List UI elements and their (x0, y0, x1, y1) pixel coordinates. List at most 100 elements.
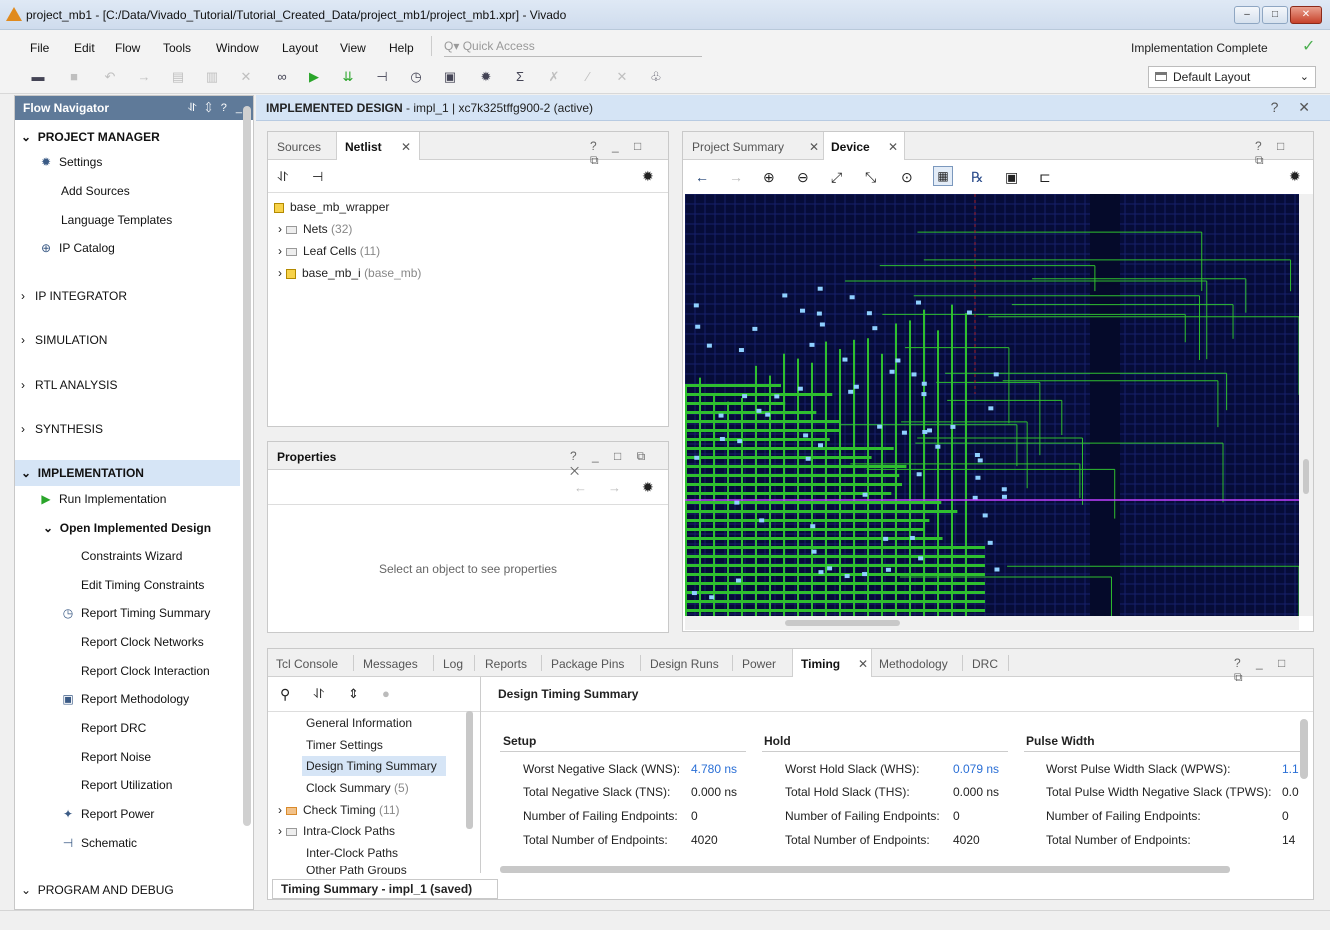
delete-icon[interactable]: ✕ (236, 68, 256, 86)
properties-tools[interactable]: ? _ □ ⧉ ✕ (570, 449, 668, 479)
sigma-icon[interactable]: Σ (510, 68, 530, 86)
device-h-scrollbar[interactable] (685, 616, 1299, 630)
timing-tree-intra-clock-paths[interactable]: › Intra-Clock Paths (278, 824, 395, 838)
summary-v-scrollbar[interactable] (1300, 719, 1308, 779)
redo-icon[interactable]: → (134, 68, 154, 86)
tab-netlist[interactable]: Netlist (345, 140, 382, 154)
zoom-fit-icon[interactable]: ⤢ (831, 169, 842, 186)
close-button[interactable]: ✕ (1290, 6, 1322, 24)
wpws-value[interactable]: 1.1 (1282, 762, 1299, 776)
tab-design-runs[interactable]: Design Runs (650, 657, 719, 671)
nav-run-implementation[interactable]: ▶ Run Implementation (39, 492, 166, 506)
collapse-all-icon[interactable]: ⥯ (314, 686, 324, 702)
flow-navigator-tools[interactable]: ⥯ ⇕ ? _ (188, 96, 245, 120)
menu-edit[interactable]: Edit (74, 41, 95, 55)
pencil-icon[interactable]: ⁄ (578, 68, 598, 86)
zoom-selection-icon[interactable]: ⤡ (865, 169, 876, 186)
scroll-thumb[interactable] (1303, 459, 1309, 494)
menu-view[interactable]: View (340, 41, 366, 55)
nav-constraints-wizard[interactable]: Constraints Wizard (81, 549, 182, 563)
forward-icon[interactable]: → (729, 169, 743, 185)
timing-tree-other-path-groups[interactable]: Other Path Groups (306, 866, 407, 874)
timing-tree-inter-clock-paths[interactable]: Inter-Clock Paths (306, 846, 398, 860)
timer-icon[interactable]: ◷ (406, 68, 426, 86)
timing-tree-design-timing-summary[interactable]: Design Timing Summary (306, 759, 437, 773)
minimize-button[interactable]: – (1234, 6, 1260, 24)
nav-settings[interactable]: ✹ Settings (39, 155, 102, 169)
binoculars-icon[interactable]: ∞ (272, 68, 292, 86)
settings-gear-icon[interactable]: ✹ (476, 68, 496, 86)
nav-ip-integrator[interactable]: › IP INTEGRATOR (21, 289, 127, 303)
timing-tree-clock-summary[interactable]: Clock Summary (5) (306, 781, 409, 795)
nav-program-and-debug[interactable]: ⌄ PROGRAM AND DEBUG (21, 883, 174, 897)
timing-tree-timer-settings[interactable]: Timer Settings (306, 738, 383, 752)
nav-report-power[interactable]: ✦ Report Power (61, 807, 154, 821)
sources-panel-tools[interactable]: ? _ □ ⧉ (590, 139, 668, 168)
summary-h-scrollbar[interactable] (500, 866, 1230, 873)
nav-report-noise[interactable]: Report Noise (81, 750, 151, 764)
nav-report-clock-interaction[interactable]: Report Clock Interaction (81, 664, 210, 678)
timing-tree-check-timing[interactable]: › Check Timing (11) (278, 803, 400, 817)
open-folder-icon[interactable]: ▬ (28, 68, 48, 86)
tab-sources[interactable]: Sources (277, 140, 321, 154)
nav-implementation[interactable]: ⌄ IMPLEMENTATION (21, 466, 144, 480)
routing-toggle-icon[interactable]: ▦ (933, 166, 953, 186)
tab-package-pins[interactable]: Package Pins (551, 657, 624, 671)
back-icon[interactable]: ← (695, 169, 709, 185)
tree-nets[interactable]: › Nets (32) (278, 222, 352, 236)
schematic-icon[interactable]: ⊣ (372, 68, 392, 86)
device-panel-tools[interactable]: ? □ ⧉ (1255, 139, 1313, 168)
tab-log[interactable]: Log (443, 657, 463, 671)
menu-help[interactable]: Help (389, 41, 414, 55)
gear-icon[interactable]: ✹ (642, 479, 654, 496)
schematic-icon[interactable]: ⊣ (312, 169, 323, 185)
nav-simulation[interactable]: › SIMULATION (21, 333, 107, 347)
tab-reports[interactable]: Reports (485, 657, 527, 671)
tree-leaf-cells[interactable]: › Leaf Cells (11) (278, 244, 380, 258)
draw-pblock-icon[interactable]: ⊏ (1039, 169, 1051, 186)
nav-add-sources[interactable]: Add Sources (61, 184, 130, 198)
nav-ip-catalog[interactable]: ⊕ IP Catalog (39, 241, 115, 255)
nav-report-methodology[interactable]: ▣ Report Methodology (61, 692, 189, 706)
tree-base-mb-i[interactable]: › base_mb_i (base_mb) (278, 266, 421, 280)
menu-file[interactable]: File (30, 41, 49, 55)
nav-open-implemented-design[interactable]: ⌄ Open Implemented Design (43, 521, 211, 535)
nav-language-templates[interactable]: Language Templates (61, 213, 172, 227)
tab-device[interactable]: Device (831, 140, 870, 154)
nav-synthesis[interactable]: › SYNTHESIS (21, 422, 103, 436)
close-icon[interactable]: ✕ (858, 657, 868, 671)
scroll-thumb[interactable] (785, 620, 900, 626)
search-icon[interactable]: ⚲ (280, 686, 290, 703)
tab-power[interactable]: Power (742, 657, 776, 671)
report-icon[interactable]: ▣ (440, 68, 460, 86)
forward-icon[interactable]: → (608, 480, 621, 495)
nav-schematic[interactable]: ⊣ Schematic (61, 836, 137, 850)
tree-scrollbar[interactable] (466, 711, 473, 829)
save-icon[interactable]: ■ (64, 68, 84, 86)
route-icon[interactable]: ℞ (971, 169, 984, 186)
zoom-out-icon[interactable]: ⊖ (797, 169, 809, 186)
menu-tools[interactable]: Tools (163, 41, 191, 55)
close-icon[interactable]: ✕ (401, 140, 411, 154)
nav-project-manager[interactable]: ⌄ PROJECT MANAGER (21, 130, 160, 144)
tab-tcl-console[interactable]: Tcl Console (276, 657, 338, 671)
device-view[interactable] (685, 194, 1299, 616)
tab-project-summary[interactable]: Project Summary (692, 140, 784, 154)
nav-report-drc[interactable]: Report DRC (81, 721, 146, 735)
paste-icon[interactable]: ▥ (202, 68, 222, 86)
program-device-icon[interactable]: ⇊ (338, 68, 358, 86)
copy-icon[interactable]: ▤ (168, 68, 188, 86)
quick-access-input[interactable]: Q▾ Quick Access (444, 39, 702, 57)
layout-select[interactable]: Default Layout ⌄ (1148, 66, 1316, 88)
undo-icon[interactable]: ↶ (100, 68, 120, 86)
whs-value[interactable]: 0.079 ns (953, 762, 999, 776)
flow-navigator-scrollbar[interactable] (243, 106, 251, 826)
tree-root[interactable]: base_mb_wrapper (270, 200, 389, 214)
wand-icon[interactable]: ✗ (544, 68, 564, 86)
collapse-all-icon[interactable]: ⥯ (278, 169, 288, 185)
gear-icon[interactable]: ✹ (642, 168, 654, 185)
pblock-icon[interactable]: ▣ (1005, 169, 1018, 186)
gear-icon[interactable]: ✹ (1289, 168, 1301, 185)
nav-report-timing-summary[interactable]: ◷ Report Timing Summary (61, 606, 211, 620)
crosshair-icon[interactable]: ⊙ (901, 169, 913, 186)
